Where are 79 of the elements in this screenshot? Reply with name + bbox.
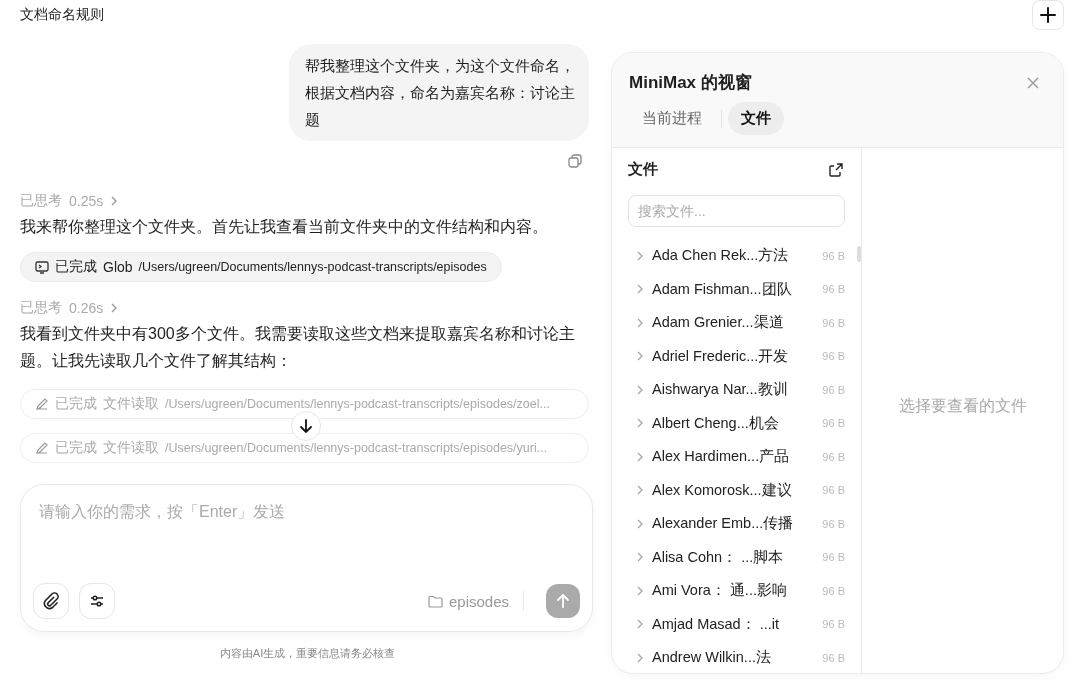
file-size: 96 B xyxy=(822,283,845,296)
chevron-right-icon xyxy=(636,351,644,362)
new-chat-button[interactable] xyxy=(1032,0,1064,30)
message-input[interactable]: 请输入你的需求，按「Enter」发送 xyxy=(33,499,580,525)
chevron-right-icon xyxy=(636,384,644,395)
tool-status: 已完成 xyxy=(55,395,97,413)
attach-button[interactable] xyxy=(33,583,69,619)
tool-path: /Users/ugreen/Documents/lennys-podcast-transcripts/episodes/yuri... xyxy=(165,441,548,455)
up-arrow-icon xyxy=(555,593,571,609)
file-name[interactable]: Ami Vora： 通...影响 xyxy=(652,581,787,601)
file-size: 96 B xyxy=(822,417,845,430)
chevron-right-icon xyxy=(636,250,644,261)
plus-icon xyxy=(1040,7,1056,23)
file-name[interactable]: Albert Cheng...机会 xyxy=(652,413,779,433)
chevron-right-icon xyxy=(636,485,644,496)
chevron-right-icon xyxy=(636,652,644,663)
file-name[interactable]: Adriel Frederic...开发 xyxy=(652,346,789,366)
file-name[interactable]: Alexander Emb...传播 xyxy=(652,514,794,534)
chevron-right-icon xyxy=(636,619,644,630)
assistant-message: 我看到文件夹中有300多个文件。我需要读取这些文档来提取嘉宾名称和讨论主题。让我先读取几个文件了解其结构： xyxy=(20,324,576,371)
page-title: 文档命名规则 xyxy=(20,5,105,24)
chevron-right-icon xyxy=(636,284,644,295)
tab[interactable]: 文件 xyxy=(728,102,784,135)
chevron-right-icon xyxy=(636,418,644,429)
file-name[interactable]: Amjad Masad： ...it xyxy=(652,614,779,634)
file-size: 96 B xyxy=(822,316,845,329)
tool-name: 文件读取 xyxy=(103,439,159,457)
empty-preview-text: 选择要查看的文件 xyxy=(898,396,1027,416)
close-icon[interactable] xyxy=(1027,76,1039,89)
assistant-message: 我来帮你整理这个文件夹。首先让我查看当前文件夹中的文件结构和内容。 xyxy=(20,217,549,237)
files-heading: 文件 xyxy=(628,160,658,179)
tool-path: /Users/ugreen/Documents/lennys-podcast-transcripts/episodes/zoel... xyxy=(165,397,550,411)
tool-status: 已完成 xyxy=(55,439,97,457)
file-size: 96 B xyxy=(822,484,845,497)
chevron-right-icon xyxy=(636,451,644,462)
folder-icon xyxy=(427,594,443,608)
scrollbar-thumb[interactable] xyxy=(857,246,861,262)
tool-name: Glob xyxy=(103,259,133,275)
tool-name: 文件读取 xyxy=(103,395,159,413)
chevron-right-icon xyxy=(636,518,644,529)
file-size: 96 B xyxy=(822,551,845,564)
chevron-right-icon xyxy=(110,303,119,313)
terminal-icon xyxy=(35,260,49,274)
disclaimer-text: 内容由AI生成，重要信息请务必核查 xyxy=(218,646,397,661)
user-message: 帮我整理这个文件夹，为这个文件命名，根据文档内容，命名为嘉宾名称：讨论主题 xyxy=(289,44,589,141)
down-arrow-icon xyxy=(298,418,314,434)
chevron-right-icon xyxy=(110,196,119,206)
file-name[interactable]: Andrew Wilkin...法 xyxy=(652,648,771,668)
panel-title: MiniMax 的视窗 xyxy=(629,72,752,94)
file-name[interactable]: Alex Komorosk...建议 xyxy=(652,480,792,500)
copy-icon[interactable] xyxy=(567,153,583,169)
pencil-icon xyxy=(35,397,49,411)
file-name[interactable]: Alex Hardimen...产品 xyxy=(652,447,790,467)
external-link-icon[interactable] xyxy=(829,162,843,177)
settings-button[interactable] xyxy=(79,583,115,619)
chevron-right-icon xyxy=(636,585,644,596)
chevron-right-icon xyxy=(636,317,644,328)
paperclip-icon xyxy=(42,592,60,610)
file-size: 96 B xyxy=(822,450,845,463)
file-name[interactable]: Adam Grenier...渠道 xyxy=(652,313,784,333)
file-size: 96 B xyxy=(822,618,845,631)
file-name[interactable]: Alisa Cohn： ...脚本 xyxy=(652,547,784,567)
tool-call-chip[interactable]: 已完成 Glob /Users/ugreen/Documents/lennys-podcast-transcripts/episodes xyxy=(20,252,502,282)
search-field[interactable]: 搜索文件... xyxy=(628,195,845,227)
file-name[interactable]: Aishwarya Nar...教训 xyxy=(652,380,788,400)
file-size: 96 B xyxy=(822,651,845,664)
file-name[interactable]: Ada Chen Rek...方法 xyxy=(652,246,789,266)
chevron-right-icon xyxy=(636,552,644,563)
file-size: 96 B xyxy=(822,350,845,363)
tool-status: 已完成 xyxy=(55,258,97,276)
tab[interactable]: 当前进程 xyxy=(629,102,715,135)
pencil-icon xyxy=(35,441,49,455)
file-size: 96 B xyxy=(822,517,845,530)
file-size: 96 B xyxy=(822,383,845,396)
file-name[interactable]: Adam Fishman...团队 xyxy=(652,279,792,299)
file-size: 96 B xyxy=(822,249,845,262)
tool-path: /Users/ugreen/Documents/lennys-podcast-transcripts/episodes xyxy=(138,260,487,274)
scroll-down-button[interactable] xyxy=(291,411,321,441)
file-size: 96 B xyxy=(822,584,845,597)
